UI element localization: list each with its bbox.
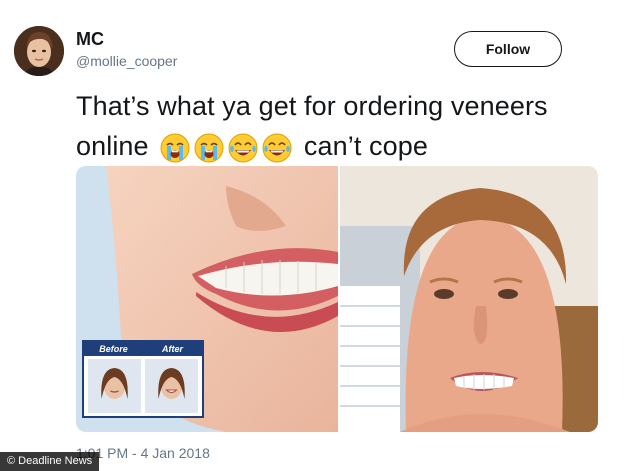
user-handle[interactable]: @mollie_cooper	[76, 53, 177, 69]
tweet-image-teeth-ad[interactable]: Before After	[76, 166, 338, 432]
tweet-text-ending: can’t cope	[303, 131, 428, 161]
after-label: After	[161, 344, 183, 354]
follow-button[interactable]: Follow	[454, 31, 562, 67]
before-label: Before	[99, 344, 128, 354]
tweet-text: That’s what ya get for ordering veneers …	[76, 86, 596, 166]
tears-of-joy-face-icon	[262, 133, 292, 163]
loudly-crying-face-icon	[160, 133, 190, 163]
avatar[interactable]	[14, 26, 64, 76]
tears-of-joy-face-icon	[228, 133, 258, 163]
before-photo	[88, 359, 141, 413]
loudly-crying-face-icon	[194, 133, 224, 163]
tweet-image-selfie[interactable]	[340, 166, 598, 432]
emoji-group	[160, 133, 292, 163]
watermark: Deadline News	[0, 452, 100, 471]
display-name[interactable]: MC	[76, 29, 104, 50]
before-after-badge: Before After	[82, 340, 204, 418]
after-photo	[145, 359, 198, 413]
